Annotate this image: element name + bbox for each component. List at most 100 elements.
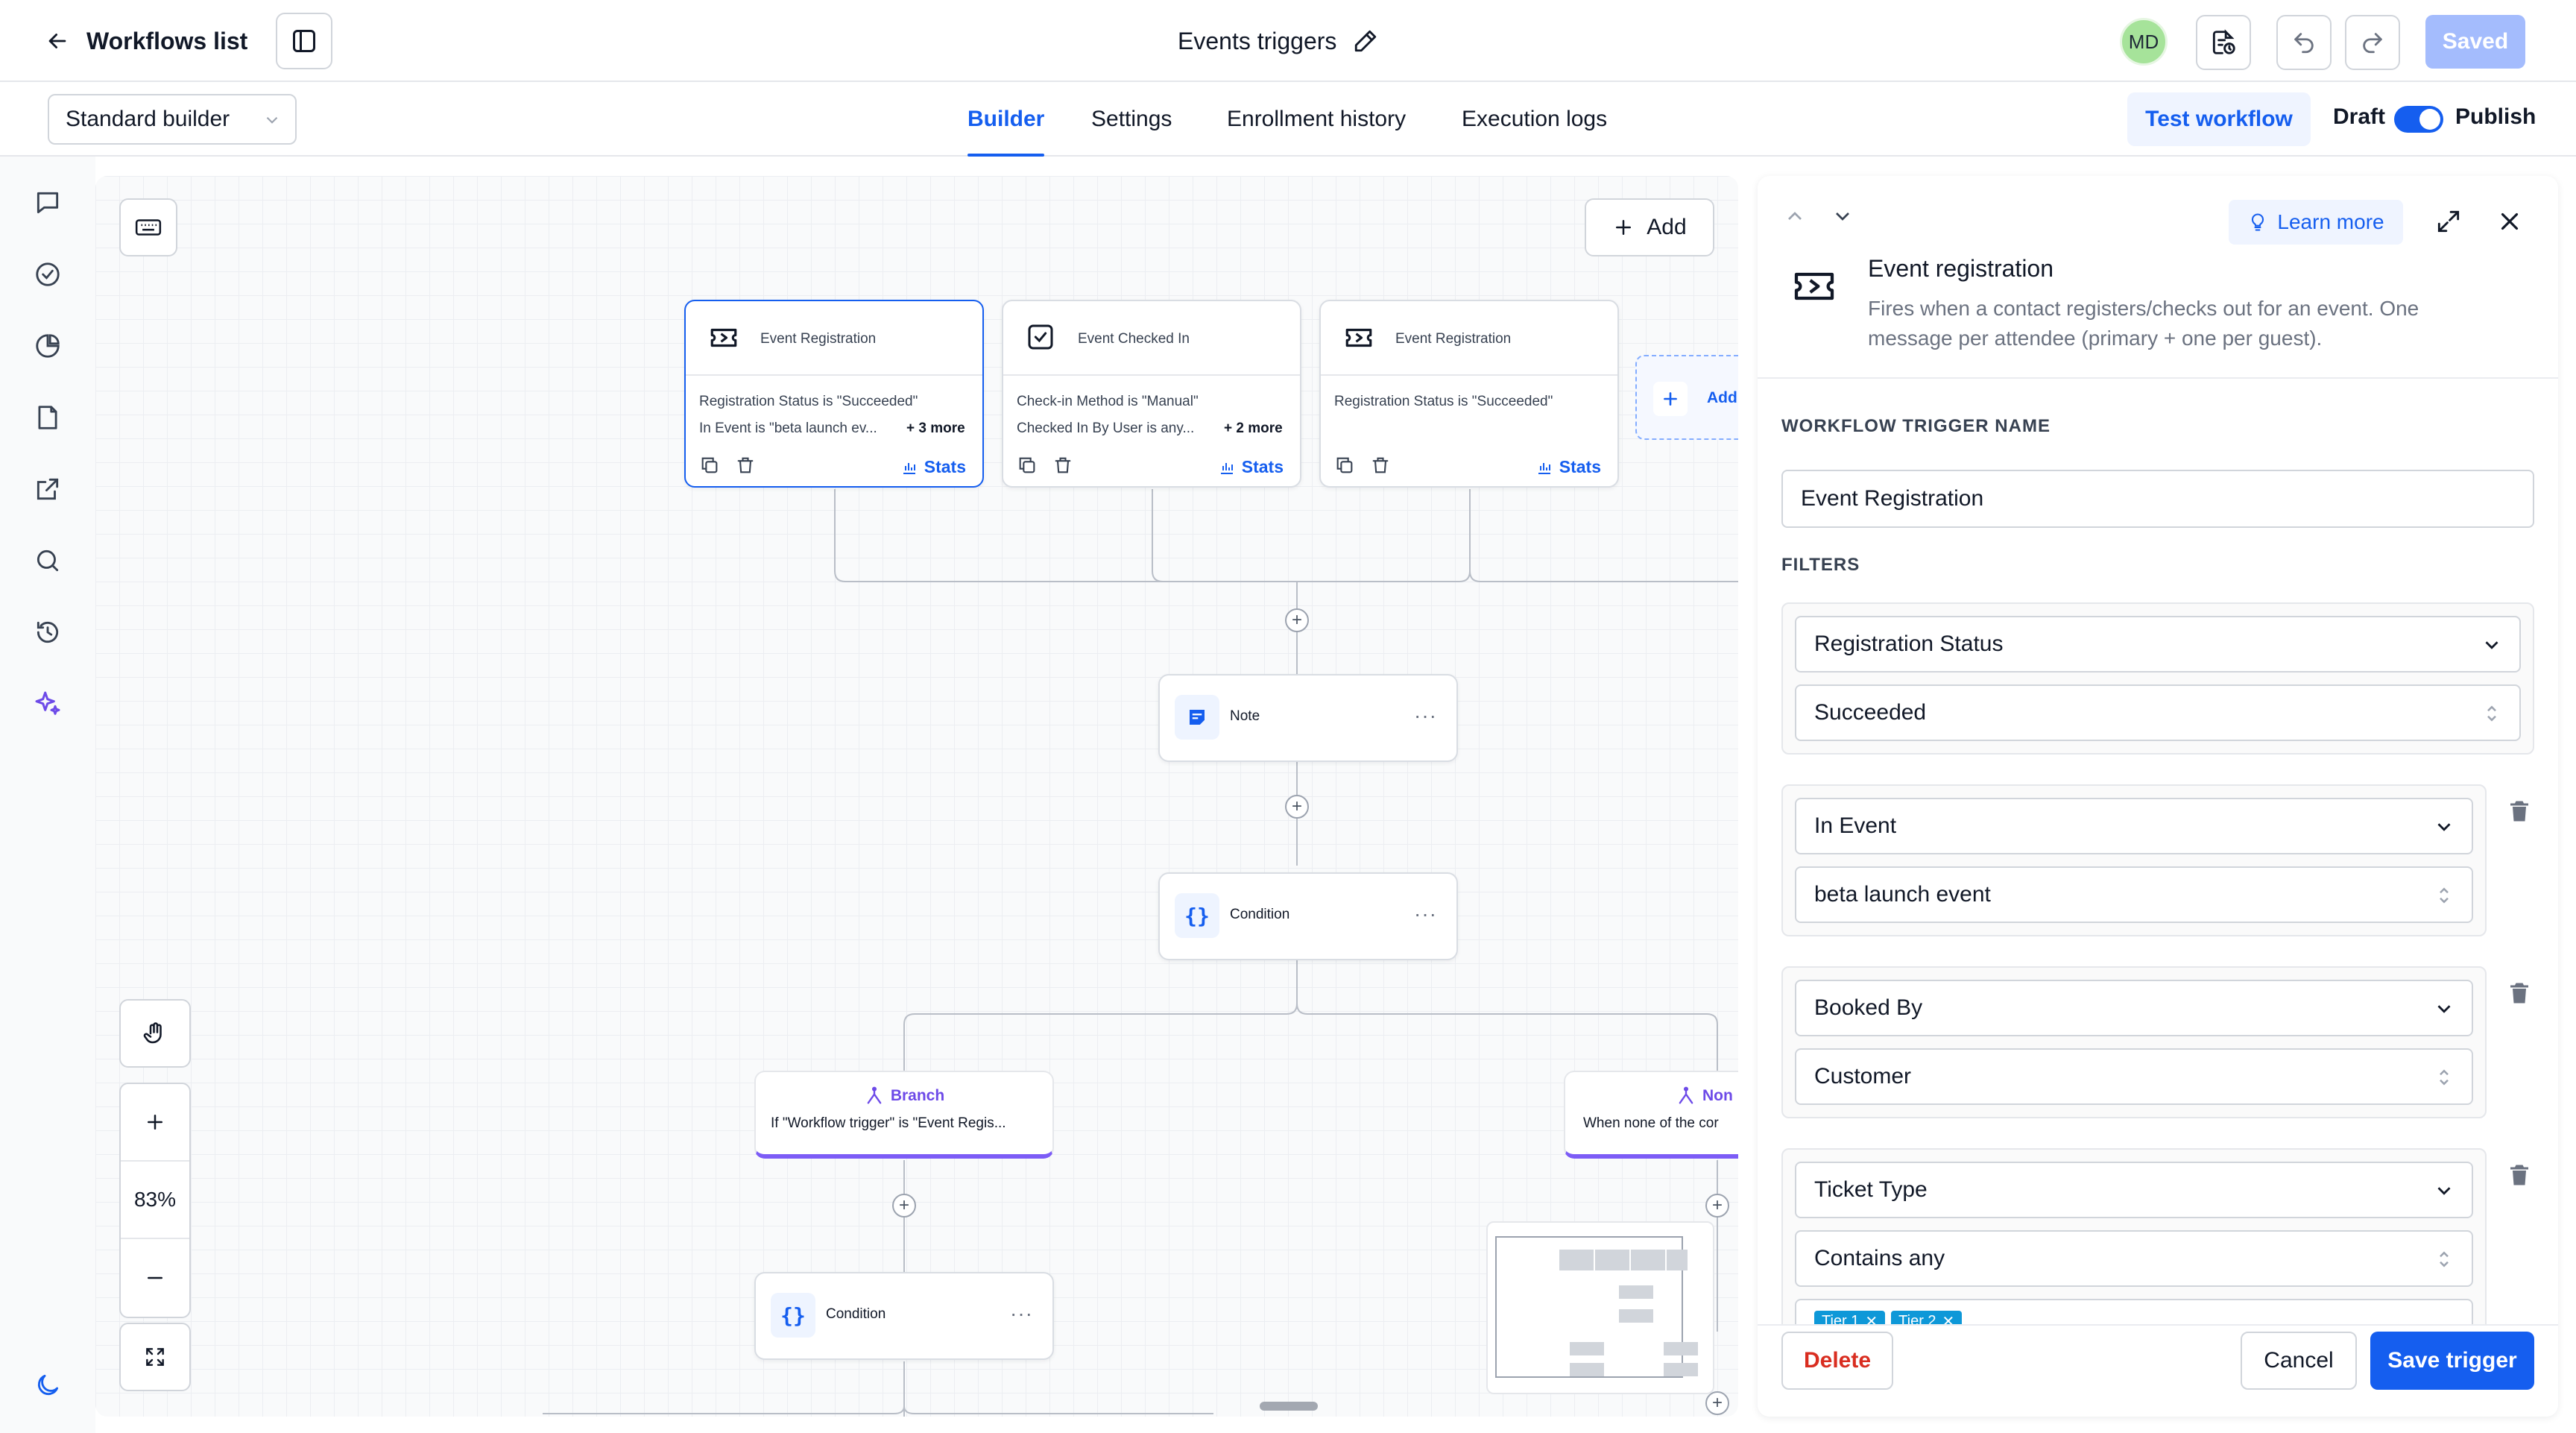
- zoom-in-button[interactable]: [121, 1084, 189, 1162]
- external-link-icon[interactable]: [30, 471, 66, 507]
- builder-select[interactable]: Standard builder: [48, 94, 297, 145]
- close-icon[interactable]: [2496, 207, 2524, 236]
- add-trigger-button[interactable]: Add: [1635, 355, 1738, 440]
- search-icon[interactable]: [30, 543, 66, 579]
- filter-field-select[interactable]: In Event: [1795, 798, 2473, 854]
- trash-icon[interactable]: [1052, 455, 1073, 476]
- save-trigger-button[interactable]: Save trigger: [2370, 1332, 2534, 1390]
- minus-icon: [144, 1267, 166, 1289]
- minimap-node: [1570, 1363, 1604, 1376]
- chat-icon[interactable]: [30, 185, 66, 221]
- trigger-card-more[interactable]: + 3 more: [906, 421, 965, 437]
- active-tab-underline: [967, 154, 1045, 157]
- add-step-button[interactable]: +: [892, 1194, 916, 1218]
- workflow-canvas[interactable]: Add Event Registration Registration Stat…: [95, 176, 1738, 1417]
- toggle-sidebar-button[interactable]: [276, 13, 332, 69]
- maximize-icon[interactable]: [2434, 207, 2463, 236]
- copy-icon[interactable]: [1334, 455, 1355, 476]
- fit-view-button[interactable]: [119, 1323, 191, 1391]
- condition-node[interactable]: {} Condition ···: [1158, 872, 1458, 960]
- trigger-card[interactable]: Event Registration Registration Status i…: [684, 300, 984, 488]
- braces-icon: {}: [1175, 893, 1219, 938]
- trash-icon[interactable]: [1370, 455, 1391, 476]
- add-step-button[interactable]: +: [1285, 795, 1309, 819]
- avatar[interactable]: MD: [2120, 18, 2168, 66]
- version-history-button[interactable]: [2196, 15, 2251, 70]
- add-step-button[interactable]: +: [1285, 608, 1309, 632]
- trash-icon[interactable]: [2504, 795, 2534, 828]
- delete-button[interactable]: Delete: [1781, 1332, 1893, 1390]
- trigger-card-title: Event Checked In: [1078, 331, 1190, 347]
- test-workflow-button[interactable]: Test workflow: [2127, 92, 2311, 146]
- cancel-button[interactable]: Cancel: [2241, 1332, 2357, 1390]
- stats-button[interactable]: Stats: [1535, 457, 1601, 477]
- add-step-button[interactable]: +: [1705, 1194, 1729, 1218]
- trash-icon[interactable]: [2504, 977, 2534, 1010]
- horizontal-scrollbar[interactable]: [1260, 1402, 1318, 1411]
- more-icon[interactable]: ···: [1414, 704, 1437, 728]
- plus-icon: [1612, 216, 1635, 239]
- more-icon[interactable]: ···: [1010, 1302, 1033, 1326]
- pan-tool-button[interactable]: [119, 999, 191, 1068]
- trigger-card-more[interactable]: + 2 more: [1224, 421, 1283, 437]
- learn-more-button[interactable]: Learn more: [2229, 200, 2403, 245]
- stats-button[interactable]: Stats: [900, 457, 966, 477]
- trigger-card[interactable]: Event Checked In Check-in Method is "Man…: [1002, 300, 1301, 488]
- tab-execution-logs[interactable]: Execution logs: [1462, 82, 1607, 157]
- filter-value-select[interactable]: Succeeded: [1795, 684, 2521, 741]
- moon-icon[interactable]: [30, 1367, 66, 1403]
- tab-builder[interactable]: Builder: [967, 82, 1045, 157]
- filter-value: Customer: [1814, 1064, 1912, 1089]
- chevron-down-icon: [2433, 998, 2455, 1020]
- chevron-up-icon[interactable]: [1783, 204, 1807, 228]
- copy-icon[interactable]: [1017, 455, 1038, 476]
- trash-icon[interactable]: [2504, 1159, 2534, 1191]
- pie-chart-icon[interactable]: [30, 328, 66, 364]
- trigger-card[interactable]: Event Registration Registration Status i…: [1319, 300, 1619, 488]
- redo-button[interactable]: [2345, 15, 2400, 70]
- trigger-name-input[interactable]: Event Registration: [1781, 470, 2534, 528]
- add-step-button[interactable]: +: [1705, 1391, 1729, 1415]
- back-button[interactable]: Workflows list: [45, 21, 247, 61]
- publish-toggle[interactable]: [2394, 106, 2443, 133]
- condition-node[interactable]: {} Condition ···: [754, 1272, 1054, 1360]
- check-circle-icon[interactable]: [30, 256, 66, 292]
- tab-settings-label: Settings: [1091, 107, 1172, 131]
- zoom-out-button[interactable]: [121, 1239, 189, 1317]
- history-icon[interactable]: [30, 614, 66, 650]
- add-button[interactable]: Add: [1585, 198, 1714, 256]
- stats-button[interactable]: Stats: [1218, 457, 1284, 477]
- tab-settings[interactable]: Settings: [1091, 82, 1172, 157]
- tab-enrollment-history-label: Enrollment history: [1227, 107, 1407, 131]
- filter-field-select[interactable]: Ticket Type: [1795, 1162, 2473, 1218]
- none-title-row: Non: [1676, 1086, 1733, 1106]
- trash-icon[interactable]: [735, 455, 756, 476]
- pencil-icon[interactable]: [1353, 28, 1378, 54]
- sparkles-icon[interactable]: [30, 686, 66, 722]
- branch-node[interactable]: Branch If "Workflow trigger" is "Event R…: [754, 1071, 1054, 1159]
- branch-title: Branch: [890, 1087, 945, 1104]
- file-icon[interactable]: [30, 400, 66, 435]
- undo-button[interactable]: [2276, 15, 2332, 70]
- filter-value-select[interactable]: Customer: [1795, 1048, 2473, 1105]
- filter-value-select[interactable]: beta launch event: [1795, 866, 2473, 923]
- chevron-down-icon[interactable]: [1831, 204, 1854, 228]
- tab-enrollment-history[interactable]: Enrollment history: [1227, 82, 1406, 157]
- filter-field-select[interactable]: Registration Status: [1795, 616, 2521, 673]
- saved-button[interactable]: Saved: [2425, 15, 2525, 69]
- copy-icon[interactable]: [699, 455, 720, 476]
- keyboard-button[interactable]: [119, 198, 177, 256]
- cancel-label: Cancel: [2264, 1348, 2334, 1373]
- trigger-card-title: Event Registration: [760, 331, 877, 347]
- branch-text: If "Workflow trigger" is "Event Regis...: [771, 1115, 1006, 1131]
- filter-field-value: Registration Status: [1814, 632, 2004, 656]
- minimap-node: [1664, 1363, 1698, 1376]
- more-icon[interactable]: ···: [1414, 902, 1437, 926]
- trigger-card-line: Checked In By User is any...: [1017, 421, 1195, 436]
- note-node[interactable]: Note ···: [1158, 674, 1458, 762]
- minimap[interactable]: [1486, 1221, 1714, 1394]
- none-branch-node[interactable]: Non When none of the cor: [1564, 1071, 1738, 1159]
- tab-execution-logs-label: Execution logs: [1462, 107, 1608, 131]
- filter-value-select[interactable]: Contains any: [1795, 1230, 2473, 1287]
- filter-field-select[interactable]: Booked By: [1795, 980, 2473, 1036]
